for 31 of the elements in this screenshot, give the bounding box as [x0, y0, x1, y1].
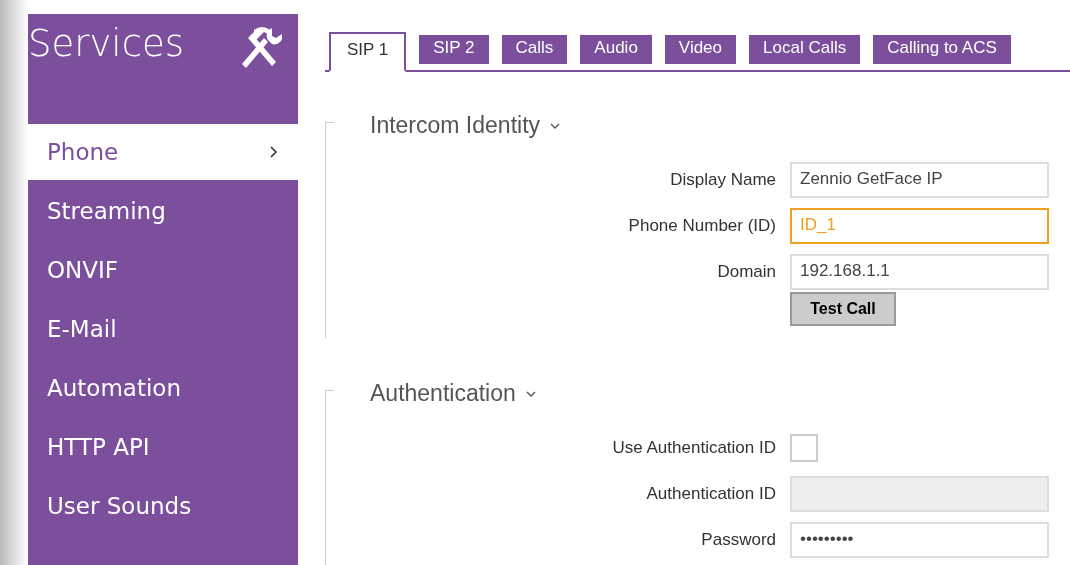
sidebar-item[interactable]: Streaming — [28, 183, 298, 239]
test-call-button[interactable]: Test Call — [790, 291, 896, 326]
tab[interactable]: Video — [664, 35, 737, 64]
field-label: Domain — [717, 261, 776, 281]
field-label: Authentication ID — [646, 483, 776, 503]
sidebar-item[interactable]: Phone — [28, 124, 298, 180]
chevron-right-icon — [270, 146, 278, 158]
chevron-down-icon[interactable] — [525, 390, 536, 397]
section-title[interactable]: Intercom Identity — [370, 112, 541, 139]
field-label: Password — [701, 529, 776, 549]
field-label: Use Authentication ID — [612, 437, 776, 457]
tab[interactable]: Local Calls — [749, 35, 861, 64]
sidebar-item[interactable]: Automation — [28, 360, 298, 416]
section-title[interactable]: Authentication — [370, 380, 516, 407]
input-field[interactable]: 192.168.1.1 — [790, 253, 1049, 290]
sidebar-item[interactable]: ONVIF — [28, 242, 298, 298]
tab[interactable]: SIP 2 — [419, 35, 489, 64]
tab[interactable]: Audio — [580, 35, 652, 64]
tab[interactable]: Calls — [501, 35, 568, 64]
input-field[interactable]: Zennio GetFace IP — [790, 161, 1049, 198]
sidebar-title: Services — [28, 22, 185, 65]
sidebar-item[interactable]: E-Mail — [28, 301, 298, 357]
sidebar-item[interactable]: User Sounds — [28, 478, 298, 534]
field-label: Display Name — [670, 169, 776, 189]
checkbox[interactable] — [790, 433, 818, 462]
chevron-down-icon[interactable] — [550, 122, 561, 129]
tab[interactable]: SIP 1 — [329, 32, 407, 72]
field-label: Phone Number (ID) — [628, 215, 776, 235]
input-field[interactable]: ••••••••• — [790, 521, 1049, 558]
tab[interactable]: Calling to ACS — [873, 35, 1011, 64]
sidebar-item[interactable]: HTTP API — [28, 419, 298, 475]
